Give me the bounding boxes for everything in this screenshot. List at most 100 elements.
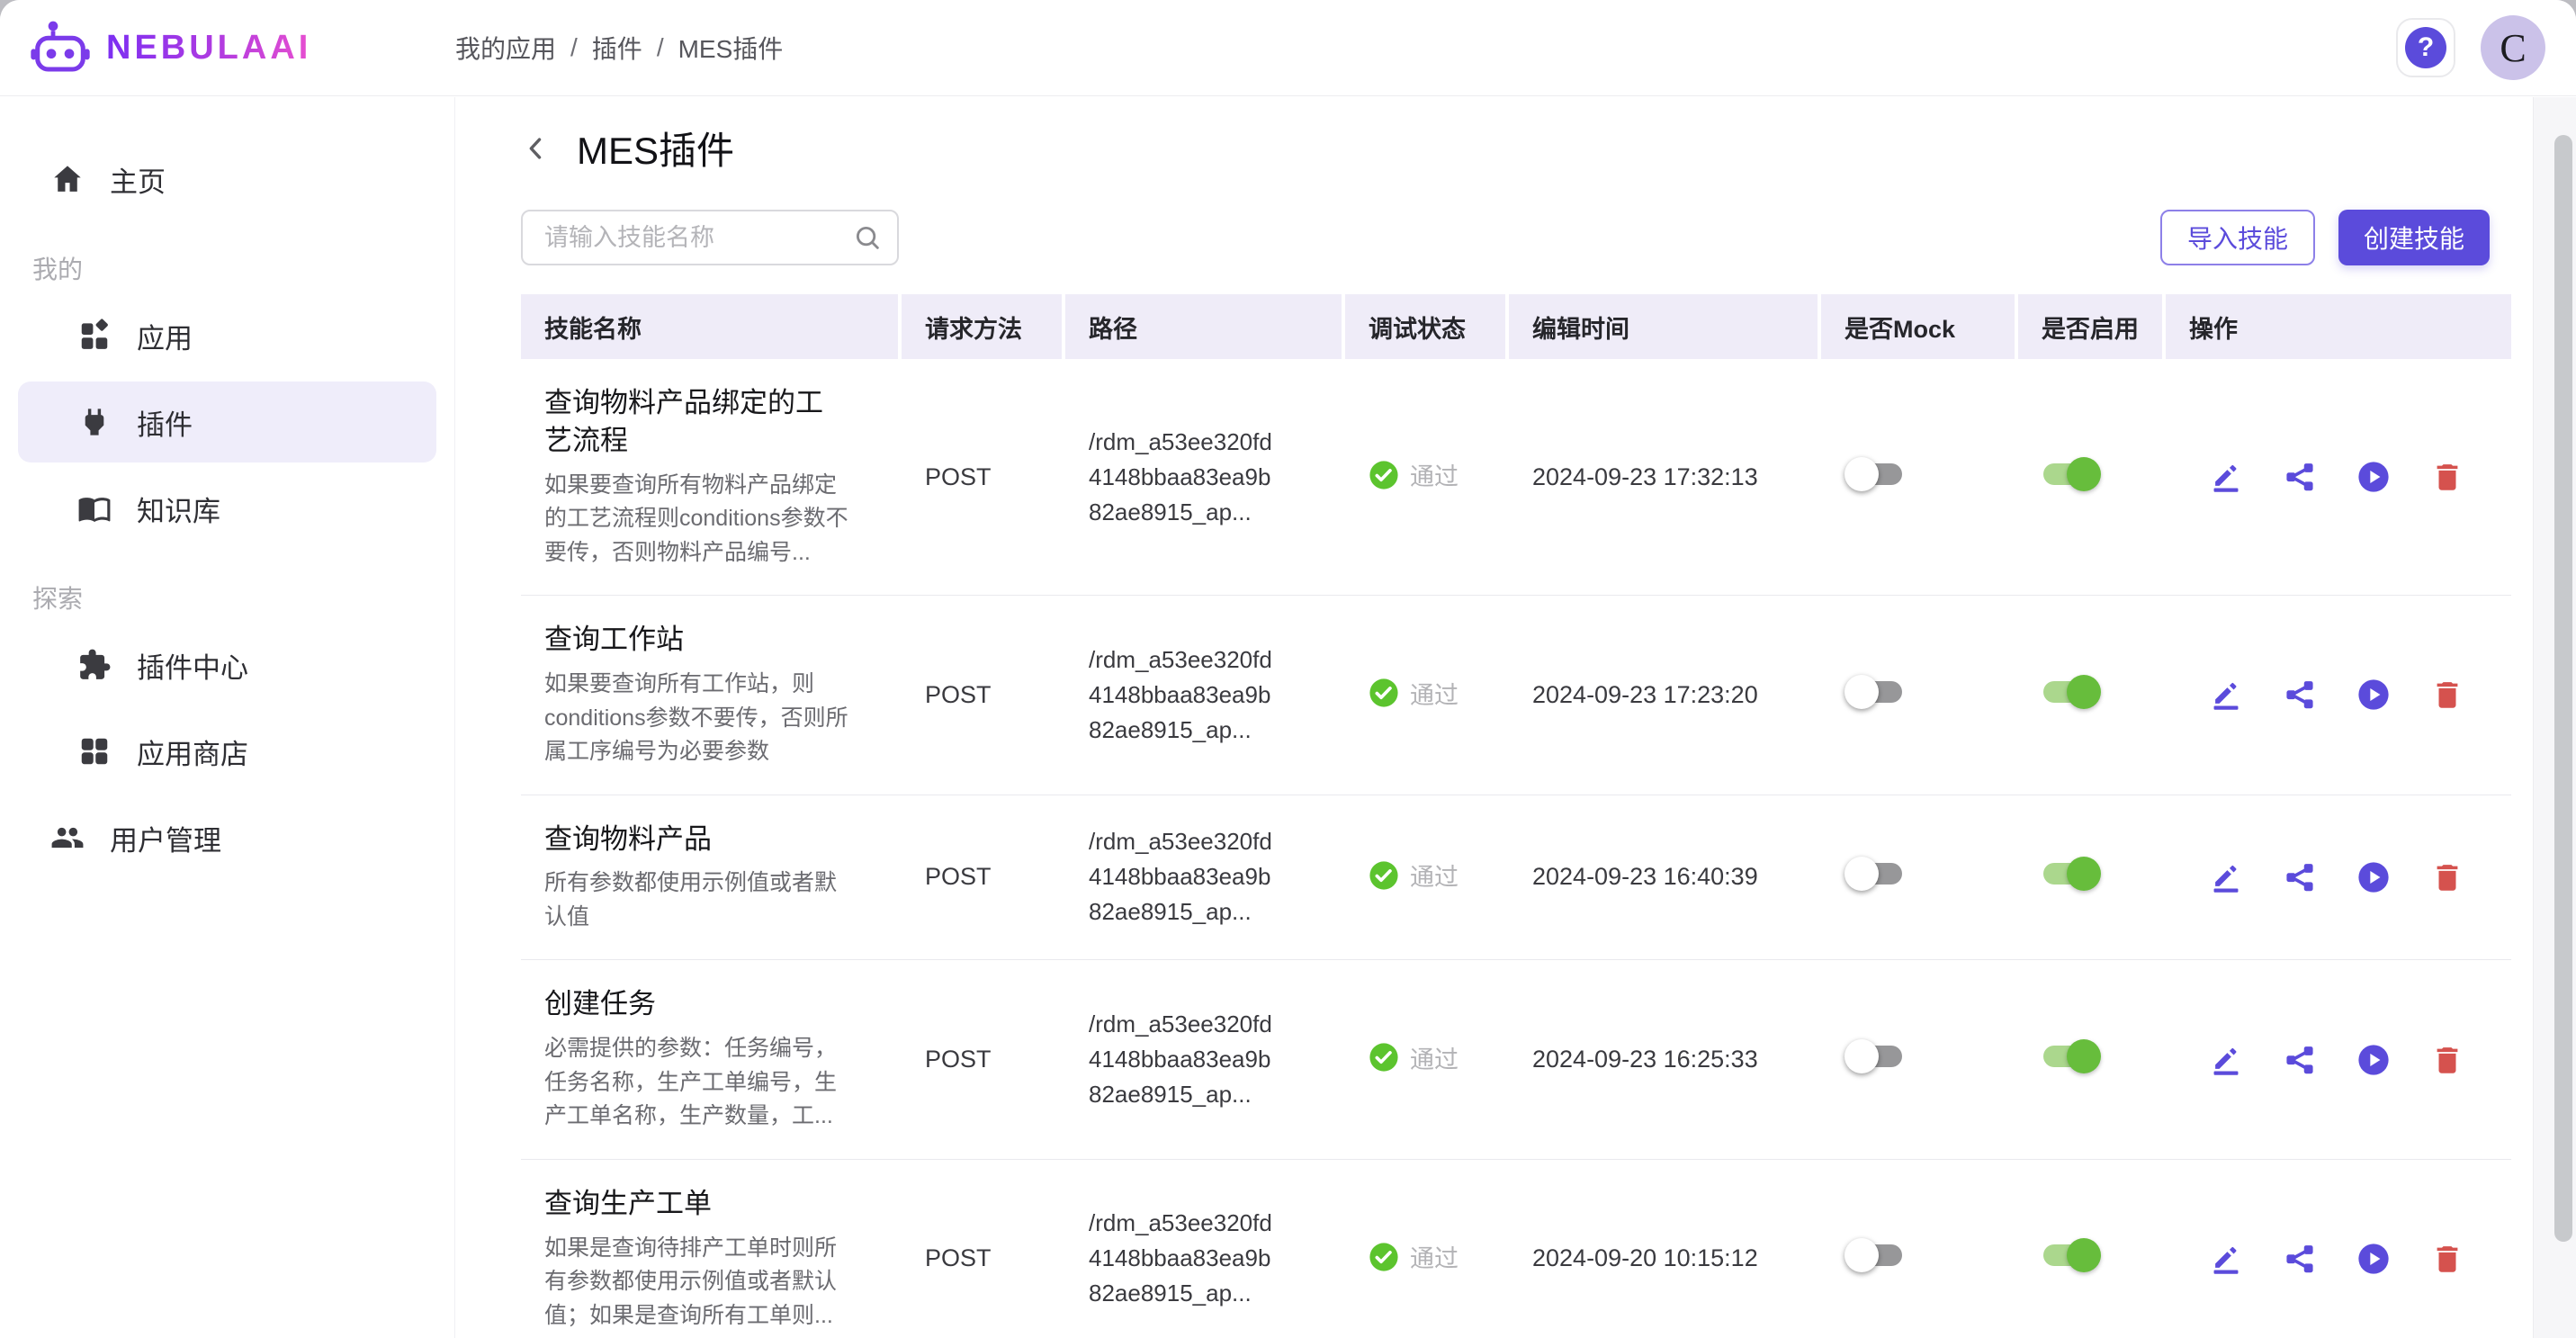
- enable-toggle[interactable]: [2042, 856, 2101, 892]
- enable-toggle[interactable]: [2042, 1038, 2101, 1074]
- sidebar-item-label: 主页: [110, 159, 166, 200]
- run-icon[interactable]: [2356, 678, 2391, 712]
- robot-logo-icon: [27, 19, 94, 76]
- edit-icon[interactable]: [2209, 678, 2243, 712]
- table-header-row: 技能名称请求方法路径调试状态编辑时间是否Mock是否启用操作: [521, 294, 2511, 359]
- enable-toggle[interactable]: [2042, 1237, 2101, 1273]
- back-icon[interactable]: [521, 132, 553, 165]
- run-icon[interactable]: [2356, 1242, 2391, 1276]
- delete-icon[interactable]: [2430, 1242, 2464, 1276]
- edit-icon[interactable]: [2209, 1043, 2243, 1077]
- skill-description: 如果是查询待排产工单时则所有参数都使用示例值或者默认值；如果是查询所有工单则..…: [544, 1232, 849, 1334]
- plug-icon: [77, 405, 112, 439]
- status-label: 通过: [1410, 457, 1459, 492]
- run-icon[interactable]: [2356, 460, 2391, 494]
- column-header-5: 是否Mock: [1821, 294, 2018, 359]
- mock-toggle[interactable]: [1844, 1237, 1904, 1273]
- sidebar-item-apps[interactable]: 应用: [18, 295, 436, 376]
- scrollbar-thumb[interactable]: [2554, 135, 2572, 1242]
- table-row: 查询物料产品绑定的工艺流程 如果要查询所有物料产品绑定的工艺流程则conditi…: [521, 359, 2511, 596]
- sidebar-item-label: 插件: [137, 402, 193, 443]
- skill-description: 所有参数都使用示例值或者默认值: [544, 867, 849, 934]
- help-button[interactable]: ?: [2396, 18, 2455, 77]
- row-actions: [2189, 860, 2493, 894]
- skill-name: 查询工作站: [544, 621, 849, 659]
- skills-table: 技能名称请求方法路径调试状态编辑时间是否Mock是否启用操作 查询物料产品绑定的…: [521, 294, 2511, 1338]
- request-method: POST: [925, 863, 992, 890]
- share-icon[interactable]: [2283, 1043, 2317, 1077]
- breadcrumb-plugins[interactable]: 插件: [592, 30, 642, 66]
- share-icon[interactable]: [2283, 460, 2317, 494]
- delete-icon[interactable]: [2430, 860, 2464, 894]
- sidebar-section-explore: 探索: [32, 579, 454, 615]
- breadcrumb-separator: /: [657, 33, 664, 62]
- enable-toggle[interactable]: [2042, 674, 2101, 710]
- breadcrumb: 我的应用 / 插件 / MES插件: [455, 30, 783, 66]
- sidebar-item-label: 应用: [137, 316, 193, 356]
- request-method: POST: [925, 1046, 992, 1073]
- skill-name: 创建任务: [544, 985, 849, 1023]
- book-icon: [77, 491, 112, 525]
- mock-toggle[interactable]: [1844, 1038, 1904, 1074]
- run-icon[interactable]: [2356, 860, 2391, 894]
- edit-icon[interactable]: [2209, 460, 2243, 494]
- page-header: MES插件: [521, 121, 2490, 175]
- sidebar-item-plugins[interactable]: 插件: [18, 382, 436, 462]
- row-actions: [2189, 460, 2493, 494]
- delete-icon[interactable]: [2430, 460, 2464, 494]
- share-icon[interactable]: [2283, 678, 2317, 712]
- check-circle-icon: [1369, 678, 1399, 708]
- request-method: POST: [925, 1244, 992, 1271]
- sidebar: 主页我的应用插件知识库探索插件中心应用商店用户管理: [0, 97, 455, 1338]
- edit-icon[interactable]: [2209, 860, 2243, 894]
- home-icon: [50, 162, 85, 196]
- edit-time: 2024-09-23 17:23:20: [1532, 681, 1758, 708]
- sidebar-item-app-store[interactable]: 应用商店: [18, 711, 436, 792]
- search-icon[interactable]: [852, 222, 883, 253]
- check-circle-icon: [1369, 1242, 1399, 1272]
- row-actions: [2189, 1242, 2493, 1276]
- user-avatar[interactable]: C: [2481, 15, 2545, 80]
- column-header-4: 编辑时间: [1509, 294, 1821, 359]
- sidebar-item-plugin-center[interactable]: 插件中心: [18, 624, 436, 705]
- check-circle-icon: [1369, 460, 1399, 490]
- search-box: [521, 210, 899, 265]
- share-icon[interactable]: [2283, 1242, 2317, 1276]
- sidebar-item-label: 应用商店: [137, 732, 248, 772]
- main-content: MES插件 导入技能 创建技能 技能名称请求方法路径调试状态编辑时间是否Mock…: [456, 97, 2576, 1338]
- edit-time: 2024-09-20 10:15:12: [1532, 1244, 1758, 1271]
- search-input[interactable]: [521, 210, 899, 265]
- scrollbar-track[interactable]: [2533, 97, 2576, 1338]
- delete-icon[interactable]: [2430, 1043, 2464, 1077]
- skill-description: 如果要查询所有工作站，则conditions参数不要传，否则所属工序编号为必要参…: [544, 668, 849, 769]
- breadcrumb-my-apps[interactable]: 我的应用: [455, 30, 556, 66]
- topbar-right: ? C: [2396, 15, 2576, 80]
- header-buttons: 导入技能 创建技能: [2160, 210, 2490, 265]
- controls-row: 导入技能 创建技能: [521, 210, 2490, 265]
- mock-toggle[interactable]: [1844, 456, 1904, 492]
- create-skill-button[interactable]: 创建技能: [2338, 210, 2490, 265]
- sidebar-item-user-management[interactable]: 用户管理: [18, 797, 436, 878]
- run-icon[interactable]: [2356, 1043, 2391, 1077]
- table-row: 查询工作站 如果要查询所有工作站，则conditions参数不要传，否则所属工序…: [521, 596, 2511, 795]
- api-path: /rdm_a53ee320fd4148bbaa83ea9b82ae8915_ap…: [1089, 425, 1279, 530]
- mock-toggle[interactable]: [1844, 856, 1904, 892]
- share-icon[interactable]: [2283, 860, 2317, 894]
- import-skill-button[interactable]: 导入技能: [2160, 210, 2315, 265]
- api-path: /rdm_a53ee320fd4148bbaa83ea9b82ae8915_ap…: [1089, 824, 1279, 929]
- edit-time: 2024-09-23 16:40:39: [1532, 863, 1758, 890]
- sidebar-item-home[interactable]: 主页: [18, 139, 436, 220]
- enable-toggle[interactable]: [2042, 456, 2101, 492]
- delete-icon[interactable]: [2430, 678, 2464, 712]
- skill-description: 如果要查询所有物料产品绑定的工艺流程则conditions参数不要传，否则物料产…: [544, 469, 849, 570]
- store-icon: [77, 734, 112, 768]
- status-label: 通过: [1410, 858, 1459, 893]
- question-icon: ?: [2405, 27, 2446, 68]
- mock-toggle[interactable]: [1844, 674, 1904, 710]
- edit-icon[interactable]: [2209, 1242, 2243, 1276]
- puzzle-icon: [77, 648, 112, 682]
- column-header-2: 路径: [1065, 294, 1345, 359]
- sidebar-item-knowledge[interactable]: 知识库: [18, 468, 436, 549]
- breadcrumb-separator: /: [570, 33, 578, 62]
- brand[interactable]: NEBULAAI: [0, 19, 455, 76]
